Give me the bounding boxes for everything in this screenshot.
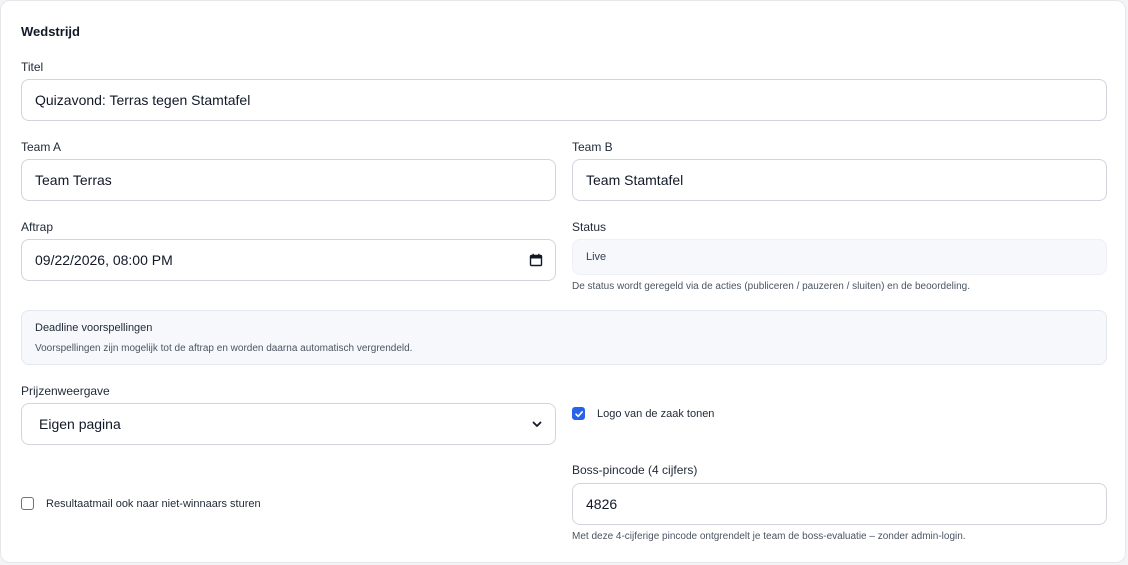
boss-pincode-hint: Met deze 4-cijferige pincode ontgrendelt… [572, 531, 966, 542]
kickoff-datetime-value: 09/22/2026, 08:00 PM [35, 252, 173, 268]
logo-checkbox[interactable] [572, 407, 585, 420]
boss-pincode-input[interactable]: 4826 [572, 483, 1107, 525]
deadline-text: Voorspellingen zijn mogelijk tot de aftr… [35, 343, 413, 354]
status-label: Status [572, 220, 607, 234]
result-mail-checkbox-label: Resultaatmail ook naar niet-winnaars stu… [46, 497, 261, 510]
title-label: Titel [21, 60, 44, 74]
deadline-title: Deadline voorspellingen [35, 322, 153, 334]
team-a-label: Team A [21, 140, 62, 154]
section-title: Wedstrijd [21, 24, 80, 39]
team-b-input-value: Team Stamtafel [586, 172, 684, 188]
status-readonly-field: Live [572, 239, 1107, 275]
checkmark-icon [574, 410, 583, 417]
title-input-value: Quizavond: Terras tegen Stamtafel [35, 92, 251, 108]
result-mail-checkbox-row[interactable]: Resultaatmail ook naar niet-winnaars stu… [21, 497, 261, 510]
prize-display-select[interactable]: Eigen pagina [21, 403, 556, 445]
boss-pincode-value: 4826 [586, 496, 618, 512]
team-b-label: Team B [572, 140, 613, 154]
team-a-input[interactable]: Team Terras [21, 159, 556, 201]
kickoff-datetime-input[interactable]: 09/22/2026, 08:00 PM [21, 239, 556, 281]
status-hint: De status wordt geregeld via de acties (… [572, 281, 971, 292]
prize-display-selected: Eigen pagina [39, 416, 121, 432]
logo-checkbox-label: Logo van de zaak tonen [597, 407, 715, 420]
chevron-down-icon [531, 418, 543, 430]
team-b-input[interactable]: Team Stamtafel [572, 159, 1107, 201]
match-form-card: Wedstrijd Titel Quizavond: Terras tegen … [0, 0, 1126, 563]
boss-pincode-label: Boss-pincode (4 cijfers) [572, 463, 698, 477]
title-input[interactable]: Quizavond: Terras tegen Stamtafel [21, 79, 1107, 121]
kickoff-label: Aftrap [21, 220, 54, 234]
status-value: Live [586, 251, 607, 263]
calendar-icon[interactable] [529, 253, 543, 267]
result-mail-checkbox[interactable] [21, 497, 34, 510]
logo-checkbox-row[interactable]: Logo van de zaak tonen [572, 407, 714, 420]
prize-display-label: Prijzenweergave [21, 384, 110, 398]
team-a-input-value: Team Terras [35, 172, 112, 188]
deadline-info-box: Deadline voorspellingen Voorspellingen z… [21, 310, 1107, 365]
